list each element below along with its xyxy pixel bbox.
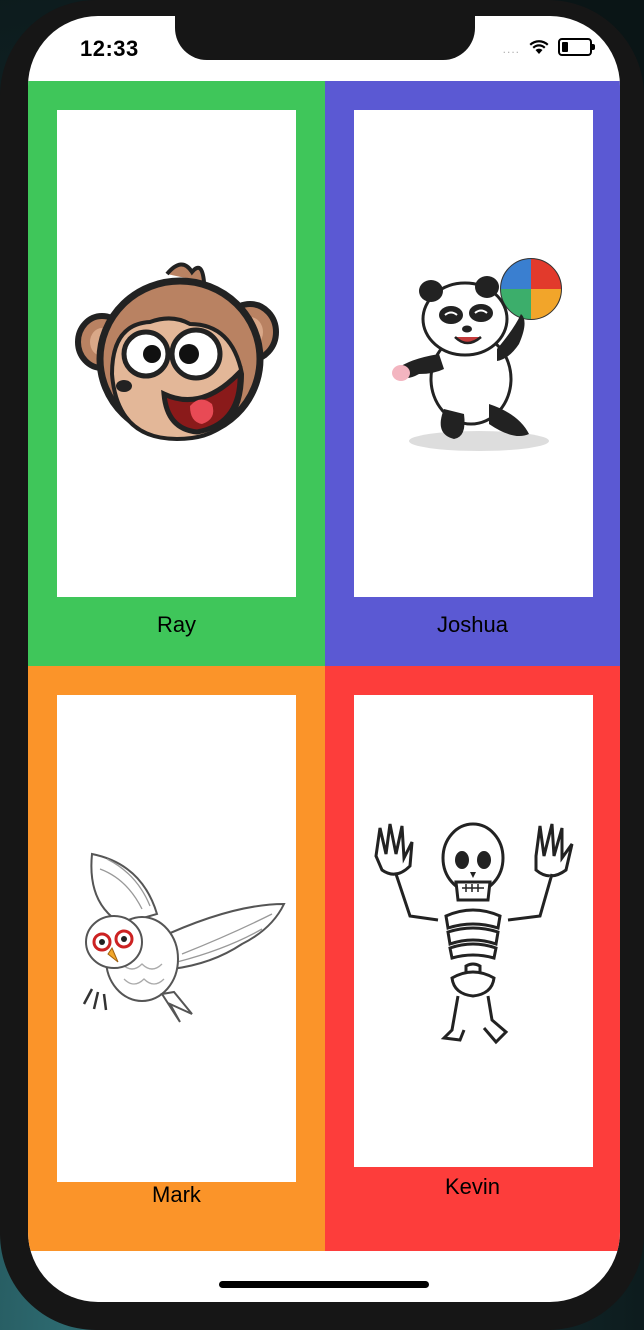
card-name: Mark [152, 1182, 201, 1207]
card-kevin[interactable]: Kevin [325, 666, 620, 1251]
status-time: 12:33 [80, 36, 139, 61]
card-name: Joshua [437, 612, 508, 637]
card-grid: Ray Joshua Mark Kevin [28, 81, 620, 1251]
wifi-icon [528, 39, 550, 55]
card-image [57, 110, 296, 597]
owl-flying-icon [62, 844, 292, 1034]
battery-level [562, 42, 568, 52]
dancing-skeleton-icon [366, 816, 581, 1046]
card-name: Kevin [444, 1174, 501, 1199]
screen: 12:33 .... Ray Joshua Mark Kevin [28, 16, 620, 1302]
card-image [354, 110, 593, 597]
monkey-face-icon [72, 254, 282, 454]
card-ray[interactable]: Ray [28, 81, 325, 666]
signal-icon: .... [502, 42, 520, 56]
battery-icon [558, 38, 595, 56]
card-mark[interactable]: Mark [28, 666, 325, 1251]
card-name: Ray [156, 612, 197, 637]
notch [175, 16, 475, 60]
status-indicators: .... [502, 38, 595, 56]
panda-with-beach-ball-icon [379, 249, 569, 459]
card-joshua[interactable]: Joshua [325, 81, 620, 666]
card-image [354, 695, 593, 1167]
home-indicator[interactable] [219, 1281, 429, 1288]
phone-frame: 12:33 .... Ray Joshua Mark Kevin [0, 0, 644, 1330]
card-image [57, 695, 296, 1182]
